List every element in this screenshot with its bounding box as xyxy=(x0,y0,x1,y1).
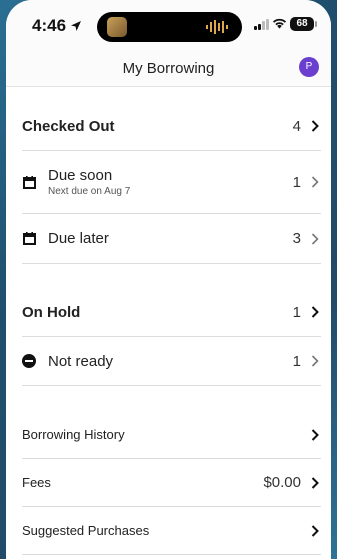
on-hold-row[interactable]: On Hold 1 xyxy=(22,288,321,337)
fees-label: Fees xyxy=(22,475,51,490)
due-soon-text: Due soon Next due on Aug 7 xyxy=(48,167,130,197)
status-time: 4:46 xyxy=(32,16,82,36)
chevron-right-icon xyxy=(311,355,321,367)
fees-value: $0.00 xyxy=(263,474,301,491)
chevron-right-icon xyxy=(311,120,321,132)
chevron-right-icon xyxy=(311,476,321,489)
on-hold-count: 1 xyxy=(292,303,301,321)
borrowing-history-row[interactable]: Borrowing History xyxy=(22,411,321,459)
not-ready-label: Not ready xyxy=(48,352,114,370)
phone-screen: 4:46 68 My Borrowing P Checked Out 4 Due… xyxy=(6,0,331,559)
dynamic-island xyxy=(97,12,242,42)
due-soon-sublabel: Next due on Aug 7 xyxy=(48,186,131,197)
cellular-signal-icon xyxy=(254,19,269,30)
page-title: My Borrowing xyxy=(122,60,215,77)
due-later-count: 3 xyxy=(292,230,301,247)
chevron-right-icon xyxy=(311,428,321,441)
chevron-right-icon xyxy=(311,176,321,188)
checked-out-row[interactable]: Checked Out 4 xyxy=(22,102,321,151)
not-ready-row[interactable]: Not ready 1 xyxy=(22,337,321,386)
calendar-icon xyxy=(22,232,36,246)
wifi-icon xyxy=(272,18,287,29)
battery-indicator: 68 xyxy=(290,17,317,31)
avatar[interactable]: P xyxy=(299,57,319,77)
suggested-purchases-label: Suggested Purchases xyxy=(22,523,150,538)
due-later-label: Due later xyxy=(48,230,109,247)
audio-waveform-icon xyxy=(206,20,228,34)
fees-row[interactable]: Fees $0.00 xyxy=(22,459,321,507)
chevron-right-icon xyxy=(311,306,321,318)
due-soon-row[interactable]: Due soon Next due on Aug 7 1 xyxy=(22,151,321,214)
status-bar: 4:46 68 xyxy=(6,0,331,50)
now-playing-artwork-icon xyxy=(107,17,127,37)
time-text: 4:46 xyxy=(32,16,67,35)
due-soon-label: Due soon xyxy=(48,167,113,184)
borrowing-history-label: Borrowing History xyxy=(22,427,125,442)
minus-circle-icon xyxy=(22,354,36,368)
on-hold-label: On Hold xyxy=(22,303,81,321)
checked-out-count: 4 xyxy=(292,117,301,135)
checked-out-label: Checked Out xyxy=(22,117,115,135)
due-soon-count: 1 xyxy=(292,173,301,191)
not-ready-count: 1 xyxy=(292,352,301,370)
calendar-icon xyxy=(22,175,36,189)
navigation-bar: My Borrowing P xyxy=(6,50,331,87)
suggested-purchases-row[interactable]: Suggested Purchases xyxy=(22,507,321,555)
chevron-right-icon xyxy=(311,524,321,537)
location-arrow-icon xyxy=(71,21,82,31)
chevron-right-icon xyxy=(311,232,321,245)
due-later-row[interactable]: Due later 3 xyxy=(22,214,321,264)
